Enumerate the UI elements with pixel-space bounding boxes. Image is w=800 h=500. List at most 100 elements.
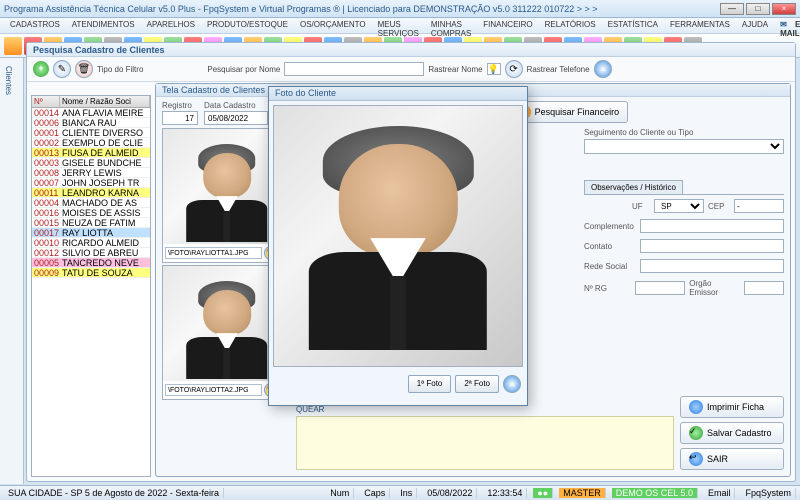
- menu-estatistica[interactable]: ESTATÍSTICA: [602, 18, 664, 33]
- table-row[interactable]: 00003GISELE BUNDCHE: [32, 158, 150, 168]
- rg-input[interactable]: [635, 281, 685, 295]
- search-name-input[interactable]: [284, 62, 424, 76]
- uf-label: UF: [632, 202, 650, 211]
- table-row[interactable]: 00005TANCREDO NEVE: [32, 258, 150, 268]
- edit-icon[interactable]: ✎: [53, 60, 71, 78]
- status-indicator: ●●: [533, 488, 553, 498]
- menu-servicos[interactable]: MEUS SERVIÇOS: [372, 18, 425, 33]
- window-titlebar: Programa Assistência Técnica Celular v5.…: [0, 0, 800, 18]
- menu-ferramentas[interactable]: FERRAMENTAS: [664, 18, 736, 33]
- table-row[interactable]: 00013FIUSA DE ALMEID: [32, 148, 150, 158]
- salvar-button[interactable]: ✓Salvar Cadastro: [680, 422, 784, 444]
- menu-compras[interactable]: MINHAS COMPRAS: [425, 18, 477, 33]
- segunda-foto-button[interactable]: 2ª Foto: [455, 375, 499, 393]
- menu-ajuda[interactable]: AJUDA: [736, 18, 774, 33]
- photo2-path-input[interactable]: [165, 384, 262, 396]
- imprimir-button[interactable]: Imprimir Ficha: [680, 396, 784, 418]
- rede-input[interactable]: [640, 259, 784, 273]
- table-row[interactable]: 00006BIANCA RAU: [32, 118, 150, 128]
- status-date: 05/08/2022: [423, 488, 477, 498]
- photo1-path-input[interactable]: [165, 247, 262, 259]
- toolbar-icon[interactable]: [4, 37, 22, 55]
- print-icon: [689, 400, 703, 414]
- menu-atendimentos[interactable]: ATENDIMENTOS: [66, 18, 141, 33]
- menu-cadastros[interactable]: CADASTROS: [4, 18, 66, 33]
- register-tabs: Observações / Histórico: [584, 180, 784, 195]
- table-row[interactable]: 00008JERRY LEWIS: [32, 168, 150, 178]
- orgao-input[interactable]: [744, 281, 784, 295]
- add-button[interactable]: +: [33, 61, 49, 77]
- segmento-label: Seguimento do Cliente ou Tipo: [584, 128, 784, 137]
- rastrear-nome-label: Rastrear Nome: [428, 65, 482, 74]
- photo-large: [273, 105, 523, 367]
- light-icon[interactable]: 💡: [487, 63, 501, 75]
- table-row[interactable]: 00004MACHADO DE AS: [32, 198, 150, 208]
- contato-input[interactable]: [640, 239, 784, 253]
- uf-select[interactable]: SP: [654, 199, 704, 213]
- tab-clientes[interactable]: Clientes: [0, 58, 17, 103]
- status-caps: Caps: [360, 488, 390, 498]
- notes-area[interactable]: [296, 416, 674, 470]
- menu-produto[interactable]: PRODUTO/ESTOQUE: [201, 18, 294, 33]
- delete-icon[interactable]: 🗑: [75, 60, 93, 78]
- table-row[interactable]: 00016MOISES DE ASSIS: [32, 208, 150, 218]
- orgao-label: Orgão Emissor: [689, 279, 740, 297]
- segmento-select[interactable]: [584, 139, 784, 154]
- search-panel-title: Pesquisa Cadastro de Clientes: [27, 43, 795, 57]
- status-demo: DEMO OS CEL 5.0: [612, 488, 698, 498]
- rede-label: Rede Social: [584, 262, 636, 271]
- menu-aparelhos[interactable]: APARELHOS: [141, 18, 201, 33]
- pesquisar-nome-label: Pesquisar por Nome: [207, 65, 280, 74]
- table-row[interactable]: 00014ANA FLAVIA MEIRE: [32, 108, 150, 118]
- status-email[interactable]: Email: [704, 488, 736, 498]
- status-time: 12:33:54: [483, 488, 527, 498]
- window-title: Programa Assistência Técnica Celular v5.…: [4, 4, 718, 14]
- table-row[interactable]: 00001CLIENTE DIVERSO: [32, 128, 150, 138]
- status-system[interactable]: FpqSystem: [741, 488, 796, 498]
- tab-observacoes[interactable]: Observações / Histórico: [584, 180, 683, 194]
- maximize-button[interactable]: □: [746, 3, 770, 15]
- close-button[interactable]: ×: [772, 3, 796, 15]
- table-row[interactable]: 00002EXEMPLO DE CLIE: [32, 138, 150, 148]
- status-master: MASTER: [559, 488, 606, 498]
- data-cadastro-input[interactable]: [204, 111, 268, 125]
- go-icon[interactable]: →: [594, 60, 612, 78]
- table-row[interactable]: 00015NEUZA DE FATIM: [32, 218, 150, 228]
- menu-relatorios[interactable]: RELATÓRIOS: [539, 18, 602, 33]
- menu-email[interactable]: ✉ E-MAIL: [774, 18, 800, 33]
- cep-label: CEP: [708, 202, 730, 211]
- status-ins: Ins: [396, 488, 417, 498]
- clients-grid[interactable]: Nº Nome / Razão Soci 00014ANA FLAVIA MEI…: [31, 95, 151, 477]
- refresh-icon[interactable]: ⟳: [505, 60, 523, 78]
- table-row[interactable]: 00012SILVIO DE ABREU: [32, 248, 150, 258]
- minimize-button[interactable]: —: [720, 3, 744, 15]
- grid-header: Nº Nome / Razão Soci: [32, 96, 150, 108]
- rg-label: Nº RG: [584, 284, 631, 293]
- primeira-foto-button[interactable]: 1ª Foto: [408, 375, 452, 393]
- table-row[interactable]: 00009TATU DE SOUZA: [32, 268, 150, 278]
- complemento-input[interactable]: [640, 219, 784, 233]
- tipo-filtro-label: Tipo do Filtro: [97, 65, 143, 74]
- exit-icon: ↩: [689, 452, 703, 466]
- statusbar: SUA CIDADE - SP 5 de Agosto de 2022 - Se…: [0, 485, 800, 500]
- registro-input[interactable]: [162, 111, 198, 125]
- check-icon: ✓: [689, 426, 703, 440]
- vertical-tabbar: Clientes: [0, 58, 24, 484]
- photo-viewer-window: Foto do Cliente 1ª Foto 2ª Foto →: [268, 86, 528, 406]
- table-row[interactable]: 00011LEANDRO KARNA: [32, 188, 150, 198]
- menu-financeiro[interactable]: FINANCEIRO: [477, 18, 538, 33]
- table-row[interactable]: 00007JOHN JOSEPH TR: [32, 178, 150, 188]
- table-row[interactable]: 00010RICARDO ALMEID: [32, 238, 150, 248]
- data-cadastro-label: Data Cadastro: [204, 101, 268, 110]
- next-icon[interactable]: →: [503, 375, 521, 393]
- col-id: Nº: [32, 96, 60, 107]
- registro-label: Registro: [162, 101, 198, 110]
- menu-os[interactable]: OS/ORÇAMENTO: [294, 18, 372, 33]
- status-city: SUA CIDADE - SP 5 de Agosto de 2022 - Se…: [4, 488, 224, 498]
- complemento-label: Complemento: [584, 222, 636, 231]
- sair-button[interactable]: ↩SAIR: [680, 448, 784, 470]
- action-buttons-column: Imprimir Ficha ✓Salvar Cadastro ↩SAIR: [680, 396, 784, 470]
- rastrear-tel-label: Rastrear Telefone: [527, 65, 590, 74]
- table-row[interactable]: 00017RAY LIOTTA: [32, 228, 150, 238]
- cep-input[interactable]: [734, 199, 784, 213]
